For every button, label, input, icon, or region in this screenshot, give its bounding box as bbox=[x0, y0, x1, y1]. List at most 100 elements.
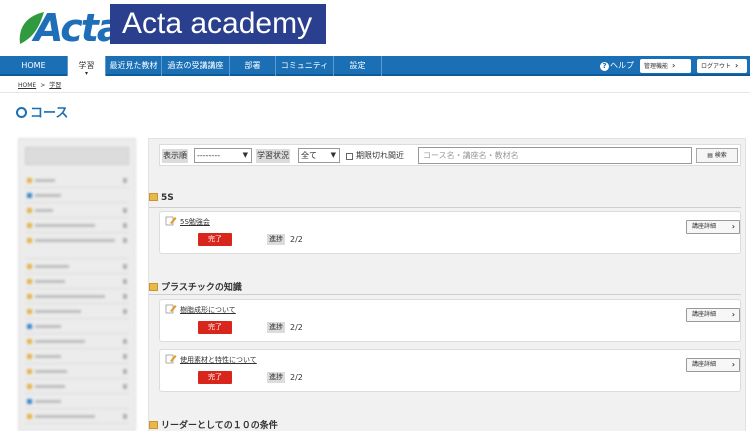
sidebar-item[interactable] bbox=[25, 379, 129, 394]
pencil-icon bbox=[165, 354, 177, 364]
progress-label: 進捗 bbox=[267, 372, 285, 383]
expiring-checkbox[interactable] bbox=[346, 153, 353, 160]
box-icon bbox=[149, 283, 158, 291]
sort-label: 表示順 bbox=[162, 149, 188, 163]
help-label: ヘルプ bbox=[610, 61, 634, 70]
admin-button[interactable]: 管理機能 › bbox=[640, 59, 691, 73]
progress-label: 進捗 bbox=[267, 322, 285, 333]
detail-button-label: 講座詳細 bbox=[692, 223, 717, 230]
sort-select[interactable]: -------- ▼ bbox=[194, 148, 252, 163]
nav-department[interactable]: 部署 bbox=[230, 56, 276, 76]
search-button[interactable]: ▤ 検索 bbox=[696, 148, 738, 163]
breadcrumb: HOME > 学習 bbox=[18, 80, 61, 89]
briefcase-icon: ▤ bbox=[707, 152, 713, 159]
section-title: 5S bbox=[149, 193, 599, 203]
lecture-card: 使用素材と特性について 完了 進捗 2/2 講座詳細 › bbox=[159, 349, 741, 392]
sidebar-header bbox=[25, 147, 129, 165]
header-divider bbox=[0, 92, 750, 93]
section-title-text: 5S bbox=[161, 193, 174, 203]
course-detail-button[interactable]: 講座詳細 › bbox=[686, 358, 740, 372]
lecture-title-link[interactable]: 樹脂成形について bbox=[180, 305, 236, 315]
chevron-right-icon: › bbox=[731, 360, 735, 369]
pencil-icon bbox=[165, 304, 177, 314]
status-badge: 完了 bbox=[198, 233, 232, 246]
admin-button-label: 管理機能 bbox=[644, 63, 669, 70]
chevron-right-icon: › bbox=[672, 61, 676, 70]
nav-learning[interactable]: 学習 bbox=[68, 56, 106, 76]
sidebar-item[interactable] bbox=[25, 304, 129, 319]
chevron-down-icon: ▼ bbox=[330, 151, 336, 159]
lecture-title-link[interactable]: 5S勉強会 bbox=[180, 217, 210, 227]
main-nav: HOME 学習 最近見た教材 過去の受講講座 部署 コミュニティ 設定 ?ヘルプ… bbox=[0, 56, 750, 76]
box-icon bbox=[149, 193, 158, 201]
sidebar-item[interactable] bbox=[25, 203, 129, 218]
course-detail-button[interactable]: 講座詳細 › bbox=[686, 308, 740, 322]
status-select[interactable]: 全て ▼ bbox=[298, 148, 340, 163]
section-title-text: リーダーとしての１０の条件 bbox=[161, 421, 278, 431]
chevron-right-icon: › bbox=[735, 61, 739, 70]
section-divider bbox=[149, 294, 741, 295]
lecture-card: 樹脂成形について 完了 進捗 2/2 講座詳細 › bbox=[159, 299, 741, 342]
sort-select-value: -------- bbox=[197, 151, 221, 160]
logout-button[interactable]: ログアウト › bbox=[697, 59, 747, 73]
filter-bar: 表示順 -------- ▼ 学習状況 全て ▼ 期限切れ間近 コース名・講座名・教… bbox=[159, 144, 741, 166]
progress-value: 2/2 bbox=[290, 235, 303, 244]
logout-button-label: ログアウト bbox=[701, 63, 732, 70]
lecture-title-link[interactable]: 使用素材と特性について bbox=[180, 355, 257, 365]
course-list-panel: 表示順 -------- ▼ 学習状況 全て ▼ 期限切れ間近 コース名・講座名・教… bbox=[148, 138, 746, 431]
pencil-icon bbox=[165, 216, 177, 226]
status-badge: 完了 bbox=[198, 371, 232, 384]
search-button-label: 検索 bbox=[714, 152, 727, 159]
nav-past-courses[interactable]: 過去の受講講座 bbox=[162, 56, 230, 76]
brand-title: Acta academy bbox=[110, 4, 326, 44]
acta-logo[interactable]: Acta bbox=[14, 4, 123, 50]
circle-icon bbox=[16, 107, 27, 118]
sidebar-item[interactable] bbox=[25, 349, 129, 364]
sidebar-item[interactable] bbox=[25, 364, 129, 379]
progress-value: 2/2 bbox=[290, 323, 303, 332]
lecture-card: 5S勉強会 完了 進捗 2/2 講座詳細 › bbox=[159, 211, 741, 254]
sidebar-item[interactable] bbox=[25, 409, 129, 424]
nav-settings[interactable]: 設定 bbox=[334, 56, 382, 76]
question-icon: ? bbox=[600, 62, 609, 71]
sidebar-item[interactable] bbox=[25, 394, 129, 409]
detail-button-label: 講座詳細 bbox=[692, 361, 717, 368]
sidebar-item[interactable] bbox=[25, 173, 129, 188]
header: Acta Acta academy bbox=[0, 0, 750, 56]
chevron-down-icon: ▼ bbox=[242, 151, 248, 159]
sidebar-item[interactable] bbox=[25, 188, 129, 203]
nav-recent-materials[interactable]: 最近見た教材 bbox=[106, 56, 162, 76]
breadcrumb-current[interactable]: 学習 bbox=[49, 82, 61, 89]
sidebar-category-tree bbox=[18, 138, 136, 431]
chevron-right-icon: › bbox=[731, 222, 735, 231]
section-title-text: プラスチックの知識 bbox=[161, 283, 242, 293]
sidebar-item[interactable] bbox=[25, 233, 129, 259]
page-title-text: コース bbox=[30, 106, 69, 121]
sidebar-item[interactable] bbox=[25, 319, 129, 334]
logo-text: Acta bbox=[34, 6, 123, 50]
sidebar-item[interactable] bbox=[25, 334, 129, 349]
expiring-label: 期限切れ間近 bbox=[356, 151, 404, 160]
course-detail-button[interactable]: 講座詳細 › bbox=[686, 220, 740, 234]
search-input[interactable]: コース名・講座名・教材名 bbox=[418, 147, 692, 164]
sidebar-item[interactable] bbox=[25, 274, 129, 289]
nav-community[interactable]: コミュニティ bbox=[276, 56, 334, 76]
status-badge: 完了 bbox=[198, 321, 232, 334]
section-title: プラスチックの知識 bbox=[149, 280, 599, 293]
page-title: コース bbox=[16, 102, 68, 121]
breadcrumb-separator: > bbox=[40, 82, 46, 89]
sidebar-item[interactable] bbox=[25, 259, 129, 274]
section-title: リーダーとしての１０の条件 bbox=[149, 418, 599, 431]
breadcrumb-home[interactable]: HOME bbox=[18, 82, 36, 89]
sidebar-item[interactable] bbox=[25, 218, 129, 233]
box-icon bbox=[149, 421, 158, 429]
chevron-right-icon: › bbox=[731, 310, 735, 319]
status-select-value: 全て bbox=[301, 151, 317, 160]
progress-value: 2/2 bbox=[290, 373, 303, 382]
section-divider bbox=[149, 207, 741, 208]
help-link[interactable]: ? ヘルプ bbox=[600, 56, 634, 76]
progress-label: 進捗 bbox=[267, 234, 285, 245]
nav-home[interactable]: HOME bbox=[0, 56, 68, 76]
sidebar-item[interactable] bbox=[25, 289, 129, 304]
status-label: 学習状況 bbox=[256, 149, 290, 163]
